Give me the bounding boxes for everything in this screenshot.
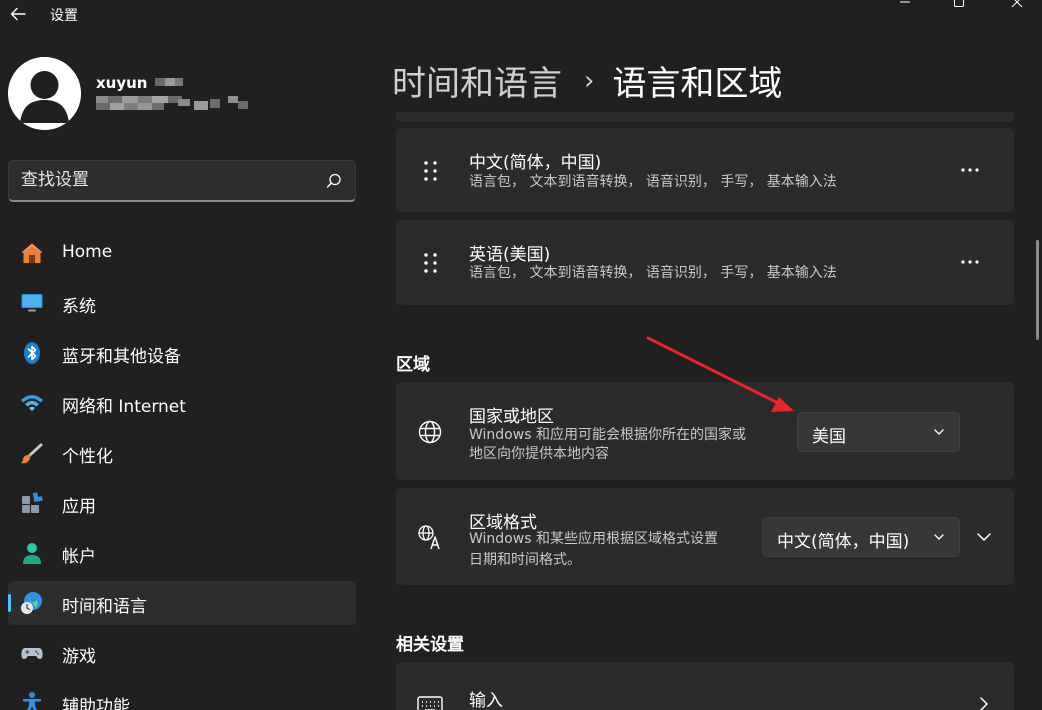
regional-format-value: 中文(简体，中国) (777, 532, 910, 552)
brush-icon (21, 443, 43, 464)
user-name: xuyun (96, 74, 191, 92)
country-region-dropdown[interactable]: 美国 (797, 412, 960, 452)
sidebar-item-time-language[interactable]: 时间和语言 (8, 581, 356, 625)
sidebar-item-label: 系统 (62, 297, 96, 317)
chevron-right-icon (980, 697, 988, 710)
input-settings-link[interactable]: 输入 (396, 662, 1014, 710)
sidebar-item-label: Home (62, 242, 113, 262)
sidebar-item-label: 时间和语言 (62, 597, 147, 617)
regional-format-icon (418, 525, 440, 550)
more-icon (961, 260, 979, 264)
country-region-card: 国家或地区 Windows 和应用可能会根据你所在的国家或 地区向你提供本地内容… (396, 382, 1014, 480)
expand-chevron-icon[interactable] (974, 527, 994, 547)
back-button[interactable] (6, 2, 30, 26)
chevron-right-icon: › (584, 65, 595, 96)
back-arrow-icon (10, 7, 26, 21)
wifi-icon (21, 395, 43, 411)
sidebar-item-label: 个性化 (62, 447, 113, 467)
close-button[interactable] (994, 0, 1040, 12)
sidebar-item-bluetooth[interactable]: 蓝牙和其他设备 (8, 331, 356, 375)
system-icon (21, 294, 43, 312)
search-box[interactable] (8, 160, 356, 202)
close-icon (1011, 0, 1023, 8)
home-icon (21, 243, 43, 263)
active-indicator (8, 594, 11, 612)
avatar[interactable] (8, 57, 81, 130)
sidebar-item-network[interactable]: 网络和 Internet (8, 381, 356, 425)
sidebar-item-apps[interactable]: 应用 (8, 481, 356, 525)
language-card-partial (396, 112, 1014, 122)
user-email-redacted (96, 96, 248, 110)
more-options-button[interactable] (954, 250, 986, 274)
scrollbar[interactable] (1036, 240, 1039, 340)
maximize-icon (954, 0, 964, 7)
sidebar-item-accounts[interactable]: 帐户 (8, 531, 356, 575)
sidebar-item-label: 蓝牙和其他设备 (62, 347, 181, 367)
language-item[interactable]: 中文(简体，中国) 语言包， 文本到语音转换， 语音识别， 手写， 基本输入法 (396, 128, 1014, 212)
section-title-region: 区域 (396, 355, 430, 375)
drag-handle-icon[interactable] (422, 251, 440, 275)
gaming-icon (21, 648, 43, 659)
bluetooth-icon (24, 342, 40, 364)
title-bar: 设置 (0, 0, 1042, 30)
section-title-related: 相关设置 (396, 635, 464, 655)
account-icon (23, 543, 41, 564)
settings-window: 设置 xuyun 查找设置 Home 系统 蓝牙和其他设备 网络和 Intern… (0, 0, 1042, 710)
chevron-down-icon (934, 429, 944, 435)
sidebar-item-label: 辅助功能 (62, 697, 130, 710)
input-settings-title: 输入 (469, 691, 503, 710)
regional-format-card[interactable]: 区域格式 Windows 和某些应用根据区域格式设置 日期和时间格式。 中文(简… (396, 488, 1014, 585)
accessibility-icon (23, 692, 41, 710)
sidebar-item-gaming[interactable]: 游戏 (8, 631, 356, 675)
globe-icon (418, 420, 442, 444)
sidebar-item-label: 帐户 (62, 547, 96, 567)
sidebar-item-home[interactable]: Home (8, 231, 356, 275)
minimize-button[interactable] (882, 0, 928, 12)
search-icon[interactable] (325, 172, 343, 190)
country-region-desc-line2: 地区向你提供本地内容 (469, 446, 609, 462)
breadcrumb-parent-link[interactable]: 时间和语言 (392, 56, 562, 105)
language-name: 中文(简体，中国) (469, 153, 602, 173)
more-options-button[interactable] (954, 158, 986, 182)
breadcrumb: 时间和语言 › 语言和区域 (392, 56, 782, 105)
page-title: 语言和区域 (612, 64, 783, 104)
regional-format-dropdown[interactable]: 中文(简体，中国) (762, 517, 960, 557)
drag-handle-icon[interactable] (422, 159, 440, 183)
apps-icon (22, 492, 43, 513)
chevron-down-icon (934, 534, 944, 540)
sidebar-item-accessibility[interactable]: 辅助功能 (8, 681, 356, 710)
app-title: 设置 (50, 8, 78, 24)
minimize-icon (900, 1, 910, 3)
language-features: 语言包， 文本到语音转换， 语音识别， 手写， 基本输入法 (469, 174, 837, 190)
country-region-value: 美国 (812, 427, 846, 447)
sidebar-item-system[interactable]: 系统 (8, 281, 356, 325)
keyboard-icon (417, 696, 443, 710)
more-icon (961, 168, 979, 172)
user-avatar-icon (8, 57, 81, 130)
sidebar-item-label: 应用 (62, 497, 96, 517)
regional-format-desc-line2: 日期和时间格式。 (469, 552, 581, 568)
search-input[interactable] (21, 161, 321, 199)
maximize-button[interactable] (936, 0, 982, 12)
regional-format-desc-line1: Windows 和某些应用根据区域格式设置 (469, 531, 718, 547)
time-language-icon (21, 592, 42, 614)
sidebar-item-personalization[interactable]: 个性化 (8, 431, 356, 475)
sidebar-item-label: 网络和 Internet (62, 397, 186, 417)
language-features: 语言包， 文本到语音转换， 语音识别， 手写， 基本输入法 (469, 265, 837, 281)
language-item[interactable]: 英语(美国) 语言包， 文本到语音转换， 语音识别， 手写， 基本输入法 (396, 220, 1014, 305)
sidebar-item-label: 游戏 (62, 647, 96, 667)
